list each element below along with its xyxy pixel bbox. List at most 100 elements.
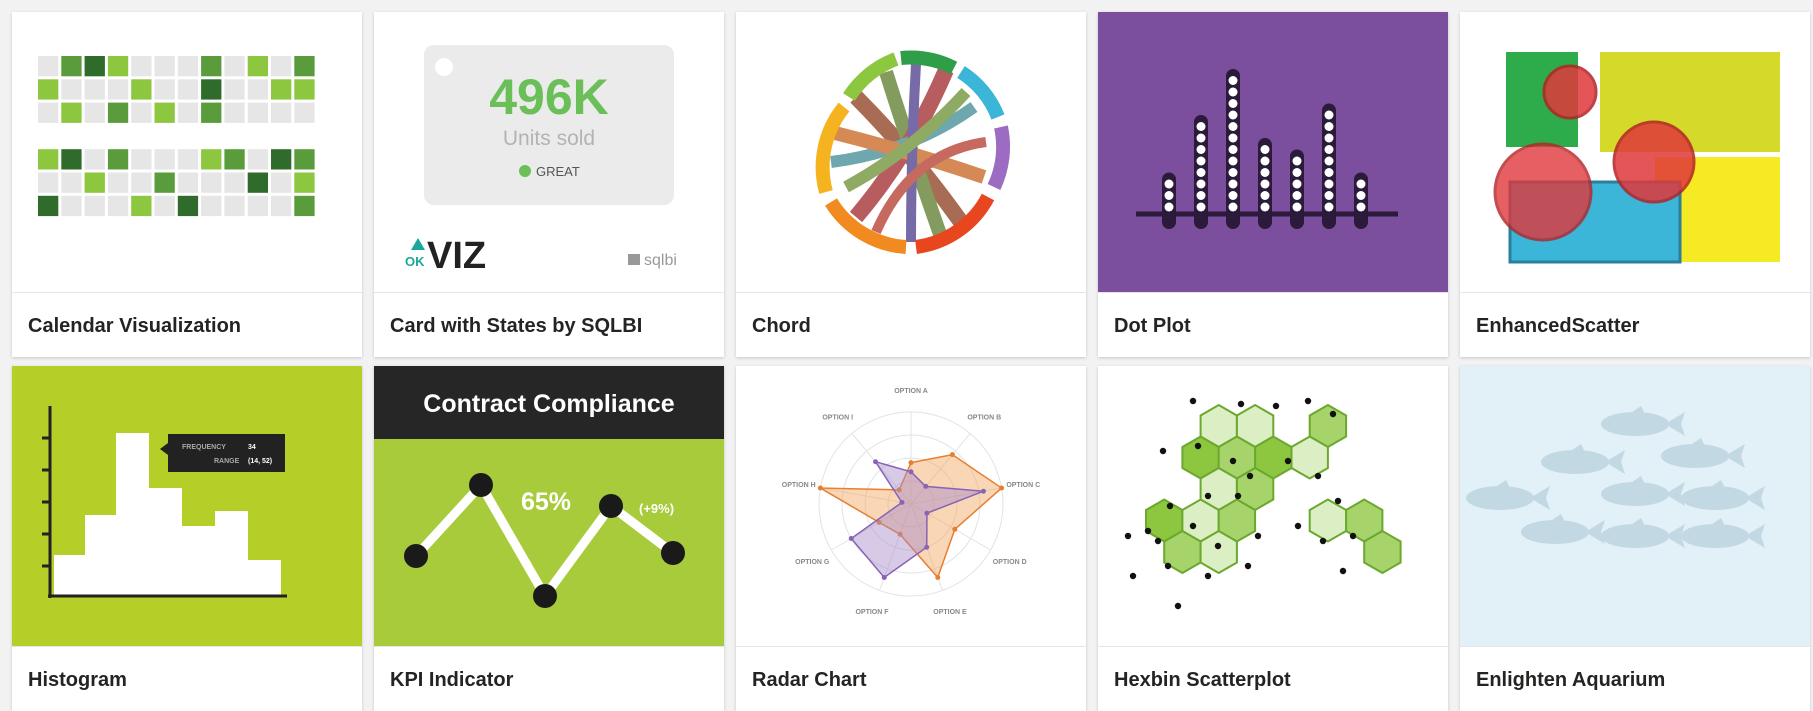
scatter-bubble bbox=[1493, 142, 1593, 242]
card-title: Histogram bbox=[12, 646, 362, 711]
hexbin-point bbox=[1194, 442, 1202, 450]
calendar-cell bbox=[177, 56, 199, 77]
radar-series-purple-point bbox=[848, 536, 854, 541]
hexbin-point bbox=[1254, 532, 1262, 540]
chord-thumbnail bbox=[736, 12, 1086, 292]
hexbin-point bbox=[1319, 537, 1327, 545]
visual-card-radar-chart[interactable]: OPTION A OPTION B OPTION C OPTION D OPTION E… bbox=[736, 366, 1086, 711]
hexbin-point bbox=[1144, 527, 1152, 535]
calendar-cell bbox=[224, 56, 245, 77]
calendar-cell bbox=[247, 102, 268, 123]
radar-series-purple-point bbox=[908, 469, 914, 475]
calendar-cell bbox=[38, 149, 59, 170]
radar-series-purple-point bbox=[924, 510, 930, 516]
card-title: Hexbin Scatterplot bbox=[1098, 646, 1448, 711]
hexbin-point bbox=[1294, 522, 1302, 530]
hexbin-point bbox=[1166, 502, 1174, 510]
calendar-cell bbox=[201, 79, 222, 100]
hexbin-point bbox=[1244, 562, 1252, 570]
visual-card-calendar[interactable]: Calendar Visualization bbox=[12, 12, 362, 357]
calendar-cell bbox=[131, 149, 152, 170]
fish-icon bbox=[1541, 444, 1625, 474]
calendar-cell bbox=[154, 172, 175, 193]
enhanced-scatter-thumbnail bbox=[1460, 12, 1810, 292]
calendar-cell bbox=[38, 56, 59, 77]
okviz-triangle-icon bbox=[411, 238, 425, 250]
dot bbox=[1324, 156, 1334, 166]
calendar-cell bbox=[131, 56, 152, 77]
radar-thumbnail: OPTION A OPTION B OPTION C OPTION D OPTION E… bbox=[736, 366, 1086, 646]
hexbin-graphic bbox=[1124, 397, 1402, 610]
dot bbox=[1196, 122, 1206, 131]
card-states-thumbnail: 496K Units sold GREAT OK VIZ sqlbi bbox=[374, 12, 724, 292]
radar-axis-label: OPTION F bbox=[855, 609, 889, 616]
calendar-cell bbox=[201, 172, 222, 193]
scatter-bubble bbox=[1542, 64, 1598, 120]
hexbin-cell bbox=[1290, 435, 1329, 480]
dot bbox=[1292, 156, 1302, 166]
dot-plot-graphic bbox=[1136, 69, 1398, 229]
calendar-cell bbox=[61, 195, 82, 217]
calendar-cell bbox=[61, 56, 82, 77]
calendar-cell bbox=[271, 149, 292, 170]
svg-text:(14, 52): (14, 52) bbox=[248, 458, 272, 465]
visual-card-histogram[interactable]: FREQUENCY 34 RANGE (14, 52) Histogram bbox=[12, 366, 362, 711]
hexbin-point bbox=[1229, 457, 1237, 465]
radar-series-purple-point bbox=[924, 544, 930, 550]
fish-icon bbox=[1466, 480, 1550, 510]
calendar-cell bbox=[154, 56, 175, 77]
radar-series-orange-point bbox=[952, 526, 958, 532]
calendar-cell bbox=[247, 56, 268, 77]
dot bbox=[1196, 179, 1206, 189]
calendar-cell bbox=[154, 79, 175, 100]
dot bbox=[1324, 191, 1334, 200]
radar-series-orange-point bbox=[817, 485, 823, 491]
calendar-cell bbox=[107, 102, 129, 123]
calendar-cell bbox=[107, 149, 129, 170]
calendar-thumbnail bbox=[12, 12, 362, 292]
card-dot-icon bbox=[435, 58, 453, 76]
visual-card-hexbin-scatterplot[interactable]: Hexbin Scatterplot bbox=[1098, 366, 1448, 711]
hexbin-point bbox=[1189, 522, 1197, 530]
calendar-cell bbox=[247, 79, 268, 100]
calendar-cell bbox=[107, 172, 129, 193]
state-dot-icon bbox=[519, 165, 531, 177]
calendar-cell bbox=[107, 79, 129, 100]
dot bbox=[1228, 179, 1238, 189]
dot bbox=[1324, 202, 1334, 212]
dot bbox=[1228, 110, 1238, 120]
calendar-cell bbox=[61, 149, 82, 170]
visual-card-enhanced-scatter[interactable]: EnhancedScatter bbox=[1460, 12, 1810, 357]
dot-plot-thumbnail bbox=[1098, 12, 1448, 292]
calendar-cell bbox=[131, 102, 152, 123]
calendar-cell bbox=[271, 56, 292, 77]
calendar-cell bbox=[247, 149, 268, 170]
kpi-value: 496K bbox=[489, 69, 609, 125]
calendar-cell bbox=[154, 149, 175, 170]
visual-card-kpi-indicator[interactable]: Contract Compliance 65% (+9%) KPI Indica… bbox=[374, 366, 724, 711]
calendar-cell bbox=[38, 79, 59, 100]
hexbin-cell bbox=[1199, 529, 1238, 575]
kpi-indicator-thumbnail: Contract Compliance 65% (+9%) bbox=[374, 366, 724, 646]
calendar-cell bbox=[38, 102, 59, 123]
visual-card-card-with-states[interactable]: 496K Units sold GREAT OK VIZ sqlbi Card … bbox=[374, 12, 724, 357]
radar-axis-label: OPTION E bbox=[933, 609, 967, 616]
dot bbox=[1196, 168, 1206, 177]
fish-icon bbox=[1601, 476, 1685, 506]
hexbin-point bbox=[1204, 492, 1212, 500]
calendar-cell bbox=[84, 195, 105, 217]
hexbin-point bbox=[1189, 397, 1197, 405]
dot bbox=[1164, 191, 1174, 200]
dot bbox=[1196, 191, 1206, 200]
dot bbox=[1228, 156, 1238, 166]
dot bbox=[1324, 133, 1334, 143]
radar-series-purple-point bbox=[899, 499, 905, 505]
calendar-cell bbox=[224, 79, 245, 100]
visual-card-dot-plot[interactable]: Dot Plot bbox=[1098, 12, 1448, 357]
hexbin-point bbox=[1329, 410, 1337, 418]
visual-card-enlighten-aquarium[interactable]: Enlighten Aquarium bbox=[1460, 366, 1810, 711]
calendar-cell bbox=[84, 79, 105, 100]
dot bbox=[1228, 122, 1238, 131]
visual-card-chord[interactable]: Chord bbox=[736, 12, 1086, 357]
calendar-cell bbox=[294, 149, 315, 170]
